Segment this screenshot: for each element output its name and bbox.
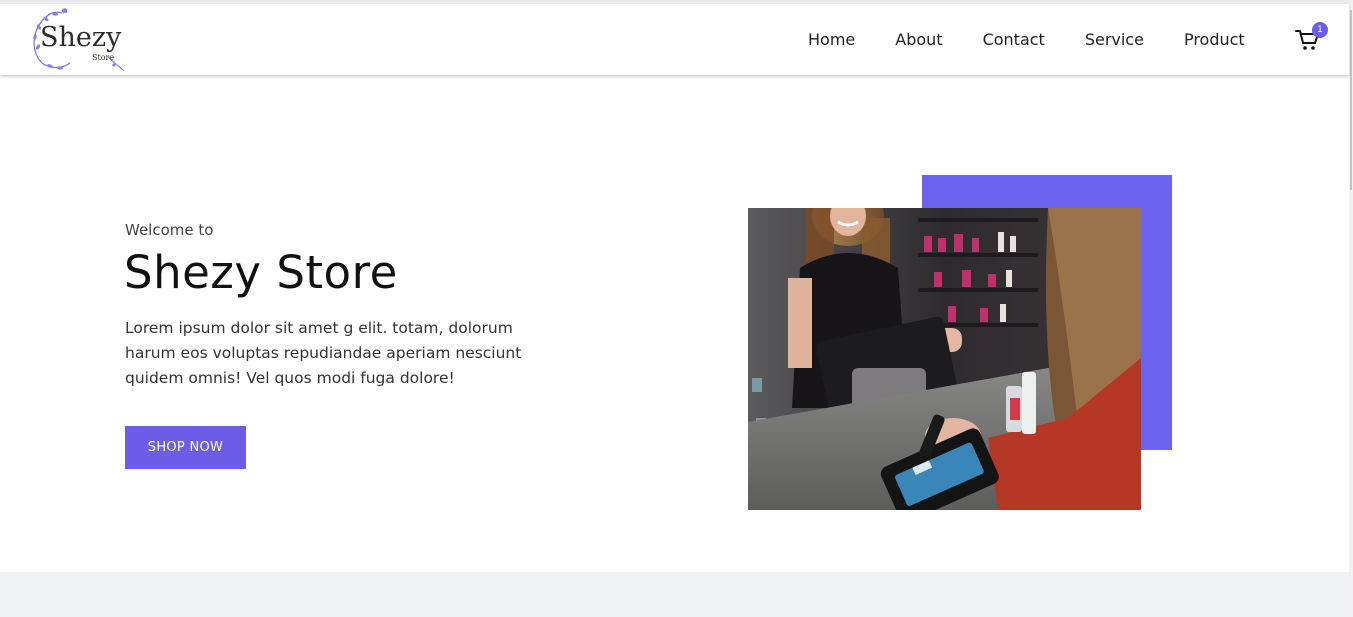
nav-contact[interactable]: Contact [983,30,1045,49]
cart-button[interactable]: 1 [1295,22,1328,52]
shop-checkout-photo [748,208,1141,510]
nav-service[interactable]: Service [1085,30,1144,49]
scrollbar-thumb[interactable] [1350,10,1352,190]
nav-home[interactable]: Home [808,30,855,49]
hero-eyebrow: Welcome to [125,221,214,239]
hero-description: Lorem ipsum dolor sit amet g elit. totam… [125,319,522,387]
logo[interactable]: Shezy Store [28,7,138,73]
next-section-band [0,572,1349,617]
hero-image [748,208,1141,510]
hero-title: Shezy Store [124,246,398,299]
cart-count-badge: 1 [1312,22,1328,38]
shop-now-button[interactable]: SHOP NOW [125,426,246,469]
main-nav: Home About Contact Service Product [788,4,1265,75]
logo-wordmark: Shezy [40,22,122,53]
scrollbar[interactable] [1349,0,1353,617]
nav-about[interactable]: About [895,30,942,49]
nav-product[interactable]: Product [1184,30,1245,49]
logo-subtext: Store [92,53,115,62]
navbar: Shezy Store Home About Contact Service P… [0,4,1349,75]
